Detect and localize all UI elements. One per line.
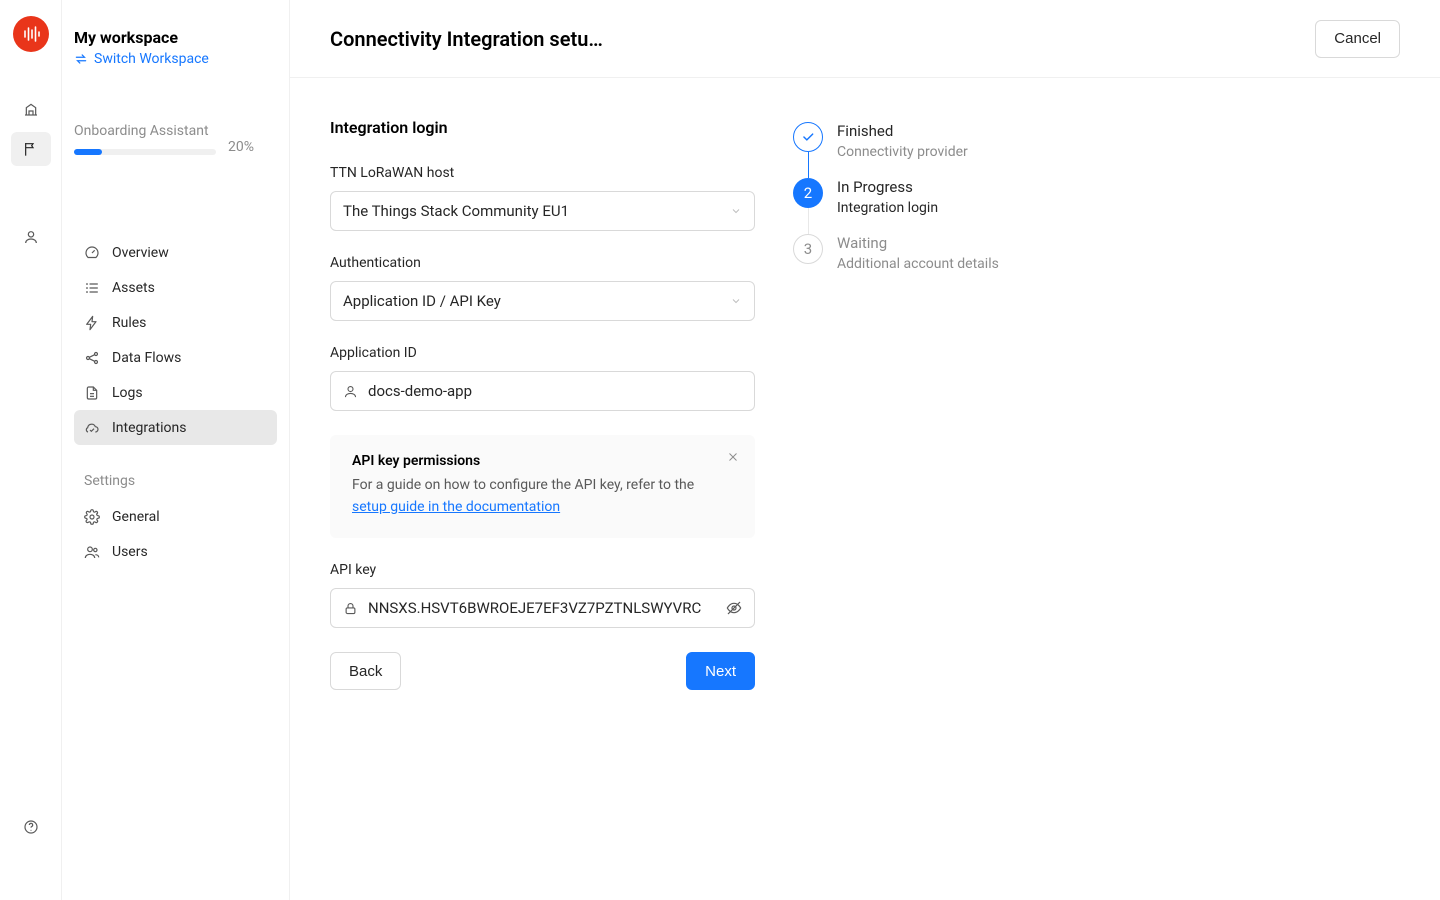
eye-off-icon[interactable] — [726, 600, 742, 616]
nav-label: Data Flows — [112, 350, 181, 366]
nav-label: Integrations — [112, 420, 186, 436]
main-body: Integration login TTN LoRaWAN host The T… — [290, 78, 1440, 900]
api-key-permissions-alert: API key permissions For a guide on how t… — [330, 435, 755, 538]
auth-value: Application ID / API Key — [343, 292, 501, 310]
nav-group-settings: Settings — [74, 473, 277, 499]
next-button[interactable]: Next — [686, 652, 755, 690]
appid-label: Application ID — [330, 345, 755, 361]
lock-icon — [343, 601, 358, 616]
steps: Finished Connectivity provider 2 In Prog… — [793, 122, 1400, 290]
nav-rail — [0, 0, 62, 900]
logo-icon — [22, 25, 40, 43]
step-title: Waiting — [837, 234, 999, 252]
list-icon — [84, 280, 100, 296]
building-icon — [23, 101, 39, 117]
step-subtitle: Additional account details — [837, 256, 999, 272]
switch-icon — [74, 52, 88, 66]
rail-item-organization[interactable] — [11, 92, 51, 126]
auth-label: Authentication — [330, 255, 755, 271]
file-icon — [84, 385, 100, 401]
field-app-id: Application ID docs-demo-app — [330, 345, 755, 411]
switch-workspace-link[interactable]: Switch Workspace — [74, 51, 277, 67]
nav-item-overview[interactable]: Overview — [74, 235, 277, 270]
steps-column: Finished Connectivity provider 2 In Prog… — [793, 118, 1400, 900]
nav-label: General — [112, 509, 160, 525]
user-icon — [23, 229, 39, 245]
alert-text: For a guide on how to configure the API … — [352, 475, 715, 518]
alert-link[interactable]: setup guide in the documentation — [352, 499, 560, 515]
apikey-label: API key — [330, 562, 755, 578]
bolt-icon — [84, 315, 100, 331]
nav-label: Logs — [112, 385, 143, 401]
nav-label: Rules — [112, 315, 146, 331]
auth-select[interactable]: Application ID / API Key — [330, 281, 755, 321]
nav-item-rules[interactable]: Rules — [74, 305, 277, 340]
host-value: The Things Stack Community EU1 — [343, 202, 569, 220]
alert-text-body: For a guide on how to configure the API … — [352, 477, 694, 493]
user-icon — [343, 384, 358, 399]
logo[interactable] — [13, 16, 49, 52]
switch-workspace-label: Switch Workspace — [94, 51, 209, 67]
onboarding-label: Onboarding Assistant — [74, 123, 209, 139]
main: Connectivity Integration setu… Cancel In… — [290, 0, 1440, 900]
rail-item-help[interactable] — [11, 810, 51, 844]
cancel-button[interactable]: Cancel — [1315, 20, 1400, 58]
host-label: TTN LoRaWAN host — [330, 165, 755, 181]
field-host: TTN LoRaWAN host The Things Stack Commun… — [330, 165, 755, 231]
field-api-key: API key NNSXS.HSVT6BWROEJE7EF3VZ7PZTNLSW… — [330, 562, 755, 628]
step-2: 2 In Progress Integration login — [793, 178, 1400, 234]
step-title: Finished — [837, 122, 968, 140]
step-1: Finished Connectivity provider — [793, 122, 1400, 178]
nav-item-logs[interactable]: Logs — [74, 375, 277, 410]
page-title: Connectivity Integration setu… — [330, 27, 603, 51]
nav-item-assets[interactable]: Assets — [74, 270, 277, 305]
help-icon — [23, 819, 39, 835]
check-icon — [801, 130, 815, 144]
apikey-value: NNSXS.HSVT6BWROEJE7EF3VZ7PZTNLSWYVRC — [368, 599, 718, 617]
nav-label: Overview — [112, 245, 169, 261]
step-title: In Progress — [837, 178, 938, 196]
nav-list: Overview Assets Rules Data Flows Logs In… — [74, 235, 277, 569]
rail-item-user[interactable] — [11, 220, 51, 254]
section-title: Integration login — [330, 118, 755, 137]
workspace-title: My workspace — [74, 28, 277, 47]
gauge-icon — [84, 245, 100, 261]
alert-title: API key permissions — [352, 453, 715, 469]
step-circle-active: 2 — [793, 178, 823, 208]
gear-icon — [84, 509, 100, 525]
nav-item-data-flows[interactable]: Data Flows — [74, 340, 277, 375]
form-column: Integration login TTN LoRaWAN host The T… — [330, 118, 755, 900]
appid-input[interactable]: docs-demo-app — [330, 371, 755, 411]
onboarding-assistant[interactable]: Onboarding Assistant 20% — [74, 123, 277, 155]
share-icon — [84, 350, 100, 366]
nav-item-general[interactable]: General — [74, 499, 277, 534]
main-header: Connectivity Integration setu… Cancel — [290, 0, 1440, 78]
host-select[interactable]: The Things Stack Community EU1 — [330, 191, 755, 231]
appid-value: docs-demo-app — [368, 382, 742, 400]
form-actions: Back Next — [330, 652, 755, 690]
step-subtitle: Connectivity provider — [837, 144, 968, 160]
rail-item-workspace[interactable] — [11, 132, 51, 166]
nav-item-users[interactable]: Users — [74, 534, 277, 569]
flag-icon — [23, 141, 39, 157]
nav-item-integrations[interactable]: Integrations — [74, 410, 277, 445]
onboarding-percent: 20% — [228, 139, 254, 155]
chevron-down-icon — [730, 205, 742, 217]
step-3: 3 Waiting Additional account details — [793, 234, 1400, 290]
apikey-input[interactable]: NNSXS.HSVT6BWROEJE7EF3VZ7PZTNLSWYVRC — [330, 588, 755, 628]
nav-label: Users — [112, 544, 148, 560]
step-circle-done — [793, 122, 823, 152]
sidebar: My workspace Switch Workspace Onboarding… — [62, 0, 290, 900]
cloud-sync-icon — [84, 420, 100, 436]
close-icon[interactable] — [727, 451, 739, 463]
nav-label: Assets — [112, 280, 155, 296]
field-auth: Authentication Application ID / API Key — [330, 255, 755, 321]
step-subtitle: Integration login — [837, 200, 938, 216]
step-circle-wait: 3 — [793, 234, 823, 264]
back-button[interactable]: Back — [330, 652, 401, 690]
chevron-down-icon — [730, 295, 742, 307]
onboarding-progress — [74, 149, 216, 155]
users-icon — [84, 544, 100, 560]
